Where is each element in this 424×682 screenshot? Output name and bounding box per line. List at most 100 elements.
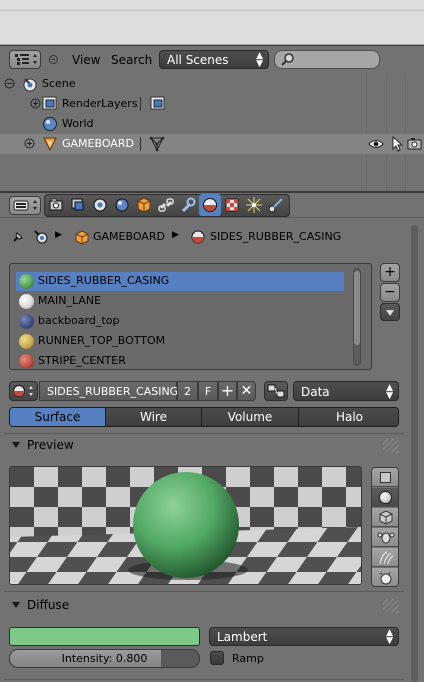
breadcrumb-arrow-icon: ▶ (172, 230, 179, 240)
panel-collapse-triangle-icon[interactable] (12, 602, 20, 608)
properties-editor-icon (13, 200, 37, 211)
tab-halo[interactable]: Halo (299, 408, 398, 426)
cursor-selectable-icon[interactable] (391, 136, 403, 152)
tree-label-scene[interactable]: Scene (42, 77, 76, 90)
preview-world-button[interactable] (372, 568, 398, 586)
collapse-menus-icon[interactable] (49, 55, 58, 64)
preview-panel-title: Preview (27, 438, 74, 452)
collapse-minus-icon[interactable] (4, 78, 15, 89)
breadcrumb: ▶ GAMEBOARD ▶ SIDES_RUBBER_CASING (0, 227, 424, 247)
outliner-header: View Search All Scenes ▲ ▼ (0, 46, 424, 73)
preview-monkey-button[interactable] (372, 528, 398, 547)
render-camera-icon[interactable] (47, 195, 67, 215)
users-count-button[interactable]: 2 (177, 381, 198, 401)
diffuse-panel-header[interactable]: Diffuse (5, 595, 403, 617)
plus-icon: + (220, 381, 235, 400)
tab-surface[interactable]: Surface (10, 408, 106, 426)
view-menu[interactable]: View (72, 53, 100, 67)
tree-row-renderlayers[interactable]: RenderLayers (0, 94, 424, 114)
particles-tab-icon[interactable] (244, 195, 264, 215)
material-slot-label: STRIPE_CENTER (38, 354, 126, 367)
browse-material-button[interactable] (9, 381, 38, 401)
panel-drag-grip-icon[interactable] (383, 599, 399, 613)
preview-hair-button[interactable] (372, 548, 398, 567)
world-tab-icon[interactable] (112, 195, 132, 215)
eye-visibility-icon[interactable] (368, 137, 384, 151)
add-slot-button[interactable]: + (380, 263, 400, 282)
world-icon (43, 117, 57, 131)
mesh-object-icon (43, 137, 57, 152)
fake-user-button[interactable]: F (198, 381, 218, 401)
ramp-checkbox[interactable] (210, 651, 224, 665)
node-toggle-button[interactable] (264, 381, 288, 401)
breadcrumb-object: GAMEBOARD (93, 230, 165, 243)
material-slot-item[interactable]: RUNNER_TOP_BOTTOM (16, 332, 344, 351)
divider (4, 433, 404, 434)
sphere-icon (379, 491, 392, 504)
material-tab-icon[interactable] (200, 195, 220, 215)
material-name-field[interactable]: SIDES_RUBBER_CASING (39, 381, 178, 401)
preview-sphere-button[interactable] (372, 488, 398, 507)
expand-plus-icon[interactable] (30, 98, 41, 109)
panel-drag-grip-icon[interactable] (383, 439, 399, 453)
panel-collapse-triangle-icon[interactable] (12, 442, 20, 448)
physics-tab-icon[interactable] (266, 195, 286, 215)
material-ball-icon (19, 274, 34, 289)
preview-plane-button[interactable] (372, 468, 398, 487)
tab-volume[interactable]: Volume (202, 408, 299, 426)
material-slot-item[interactable]: backboard_top (16, 312, 344, 331)
breadcrumb-arrow-icon: ▶ (55, 230, 62, 240)
material-browse-icon (13, 385, 33, 397)
properties-editor: ▶ GAMEBOARD ▶ SIDES_RUBBER_CASING SIDES_… (0, 193, 424, 682)
render-layers-tab-icon[interactable] (68, 195, 88, 215)
camera-render-icon[interactable] (407, 137, 423, 151)
material-context-icon (191, 230, 205, 244)
scene-tab-icon[interactable] (90, 195, 110, 215)
search-menu[interactable]: Search (111, 53, 152, 67)
new-material-button[interactable]: + (218, 381, 237, 401)
render-layer-icon[interactable] (150, 96, 166, 112)
editor-type-button[interactable] (9, 196, 41, 215)
editor-type-button[interactable] (9, 50, 41, 69)
expand-plus-icon[interactable] (24, 138, 35, 149)
plus-icon: + (384, 264, 396, 280)
display-mode-select[interactable]: All Scenes ▲ ▼ (159, 50, 269, 69)
preview-cube-button[interactable] (372, 508, 398, 527)
object-tab-icon[interactable] (134, 195, 154, 215)
outliner-search-input[interactable] (297, 52, 375, 67)
object-context-icon (75, 230, 89, 245)
tree-row-world[interactable]: World (0, 114, 424, 134)
mesh-data-icon[interactable] (149, 136, 165, 152)
preview-panel-header[interactable]: Preview (5, 435, 403, 457)
scrollbar-thumb[interactable] (354, 271, 360, 345)
tree-label-renderlayers[interactable]: RenderLayers (62, 97, 138, 110)
diffuse-shader-select[interactable]: Lambert ▲ ▼ (209, 627, 399, 646)
slot-specials-button[interactable] (380, 303, 400, 321)
modifiers-wrench-icon[interactable] (178, 195, 198, 215)
constraints-tab-icon[interactable] (156, 195, 176, 215)
remove-slot-button[interactable]: − (380, 283, 400, 302)
slot-list-scrollbar[interactable] (353, 268, 361, 366)
cube-icon (379, 510, 393, 525)
material-slot-item[interactable]: SIDES_RUBBER_CASING (16, 272, 344, 291)
tree-row-scene[interactable]: Scene (0, 74, 424, 94)
link-select[interactable]: Data ▲ ▼ (293, 381, 399, 401)
texture-tab-icon[interactable] (222, 195, 242, 215)
intensity-slider[interactable]: Intensity: 0.800 (9, 649, 200, 668)
material-slot-item[interactable]: STRIPE_CENTER (16, 352, 344, 368)
tree-row-gameboard[interactable]: GAMEBOARD (0, 134, 424, 154)
outliner-search-field[interactable] (274, 50, 380, 69)
tree-label-world[interactable]: World (62, 117, 94, 130)
tab-wire[interactable]: Wire (106, 408, 202, 426)
material-slot-item[interactable]: MAIN_LANE (16, 292, 344, 311)
unlink-material-button[interactable]: ✕ (237, 381, 256, 401)
properties-scrollbar[interactable] (411, 225, 418, 682)
material-type-tabs: Surface Wire Volume Halo (9, 407, 399, 427)
material-slot-label: SIDES_RUBBER_CASING (38, 274, 170, 287)
pin-icon[interactable] (10, 229, 26, 245)
material-ball-icon (19, 354, 34, 368)
tree-label-gameboard[interactable]: GAMEBOARD (62, 137, 134, 150)
diffuse-color-swatch[interactable] (9, 627, 200, 646)
divider (4, 679, 404, 680)
dropdown-triangle-icon (386, 310, 394, 316)
